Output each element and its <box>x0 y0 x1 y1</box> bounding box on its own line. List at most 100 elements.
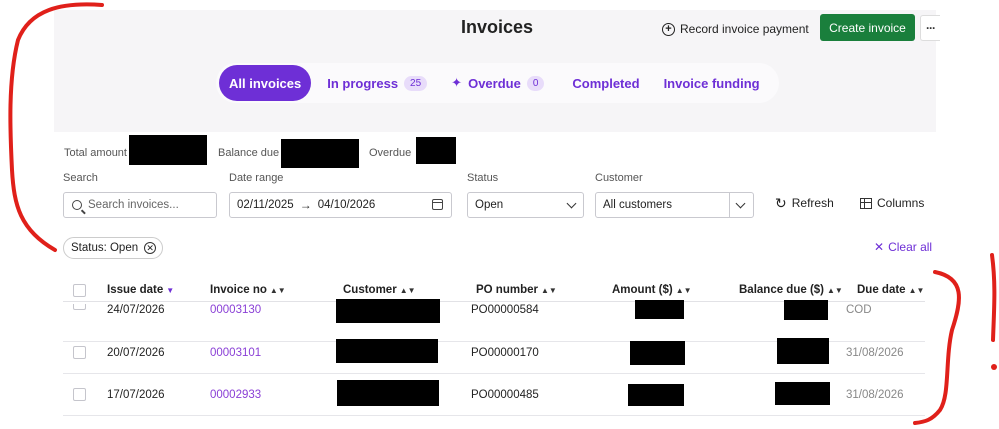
redacted-amount <box>628 384 684 406</box>
table-header: Issue date ▼ Invoice no ▲▼ Customer ▲▼ PO n… <box>63 282 925 302</box>
column-po-number[interactable]: PO number ▲▼ <box>476 284 557 296</box>
redacted-balance-due <box>281 139 359 168</box>
date-range-label: Date range <box>229 172 284 184</box>
issue-date-cell: 17/07/2026 <box>107 389 165 401</box>
redacted-overdue <box>416 137 456 164</box>
status-label: Status <box>467 172 499 184</box>
tab-label: In progress <box>327 75 399 91</box>
status-value: Open <box>475 199 504 211</box>
tab-label: Invoice funding <box>663 75 760 91</box>
column-due-date[interactable]: Due date ▲▼ <box>857 284 924 296</box>
overdue-label: Overdue <box>369 147 412 159</box>
total-amount-label: Total amount <box>64 147 127 159</box>
sparkle-icon: ✦ <box>451 75 463 90</box>
invoice-number-link[interactable]: 00003130 <box>210 304 261 316</box>
customer-value: All customers <box>603 199 673 211</box>
tab-overdue[interactable]: ✦ Overdue 0 <box>441 65 554 101</box>
chevron-down-icon[interactable] <box>735 198 746 209</box>
exclamation-dot-annotation <box>991 364 997 370</box>
refresh-label: Refresh <box>791 196 834 210</box>
search-placeholder: Search invoices... <box>88 199 179 211</box>
customer-label: Customer <box>595 172 643 184</box>
close-icon: ✕ <box>874 240 885 254</box>
columns-label: Columns <box>877 196 925 210</box>
table-columns-icon <box>860 197 872 209</box>
row-checkbox[interactable] <box>73 388 86 401</box>
redacted-balance <box>784 300 828 320</box>
redacted-customer <box>336 339 438 363</box>
tab-all-invoices[interactable]: All invoices <box>219 65 312 101</box>
record-invoice-payment-label: Record invoice payment <box>680 22 809 36</box>
chevron-down-icon <box>566 198 577 209</box>
clear-all-label: Clear all <box>888 240 933 254</box>
plus-circle-icon: + <box>662 22 675 36</box>
arrow-right-icon: → <box>299 198 312 212</box>
row-checkbox[interactable] <box>73 346 86 359</box>
date-from: 02/11/2025 <box>237 199 294 211</box>
redacted-balance <box>777 338 829 364</box>
select-divider <box>729 193 730 217</box>
redacted-balance <box>775 382 830 405</box>
tab-in-progress[interactable]: In progress 25 <box>317 65 437 101</box>
column-invoice-no[interactable]: Invoice no ▲▼ <box>210 284 286 296</box>
due-date-cell: 31/08/2026 <box>846 347 904 359</box>
status-filter-chip: Status: Open ✕ <box>63 237 164 259</box>
invoice-number-link[interactable]: 00003101 <box>210 347 261 359</box>
po-number-cell: PO00000485 <box>471 389 539 401</box>
due-date-cell: COD <box>846 304 872 316</box>
calendar-icon <box>432 199 443 210</box>
redacted-customer <box>337 380 439 406</box>
chip-label: Status: Open <box>71 242 139 254</box>
column-amount[interactable]: Amount ($) ▲▼ <box>612 284 692 296</box>
record-invoice-payment-button[interactable]: + Record invoice payment <box>662 18 809 40</box>
invoice-tabs: All invoices In progress 25 ✦ Overdue 0 … <box>216 63 779 103</box>
table-row[interactable]: 20/07/2026 00003101 PO00000170 31/08/202… <box>63 332 925 374</box>
create-invoice-button[interactable]: Create invoice <box>820 14 915 41</box>
po-number-cell: PO00000170 <box>471 347 539 359</box>
clear-all-button[interactable]: ✕ Clear all <box>874 240 932 254</box>
due-date-cell: 31/08/2026 <box>846 389 904 401</box>
more-options-button[interactable]: ··· <box>920 15 940 41</box>
sort-icon: ▲▼ <box>908 286 925 295</box>
row-checkbox[interactable] <box>73 304 86 310</box>
tab-invoice-funding[interactable]: Invoice funding <box>654 65 770 101</box>
invoices-app: Invoices + Record invoice payment Create… <box>54 10 940 429</box>
status-select[interactable]: Open <box>467 192 584 218</box>
search-label: Search <box>63 172 98 184</box>
date-range-input[interactable]: 02/11/2025 → 04/10/2026 <box>229 192 452 218</box>
issue-date-cell: 24/07/2026 <box>107 304 165 316</box>
table-row[interactable]: 17/07/2026 00002933 PO00000485 31/08/202… <box>63 374 925 416</box>
refresh-button[interactable]: ↻ Refresh <box>775 196 834 210</box>
tab-completed[interactable]: Completed <box>562 65 649 101</box>
customer-select[interactable]: All customers <box>595 192 754 218</box>
columns-button[interactable]: Columns <box>860 196 924 210</box>
tab-label: Completed <box>572 75 640 91</box>
search-icon <box>72 200 82 210</box>
search-input[interactable]: Search invoices... <box>63 192 217 218</box>
sort-icon: ▲▼ <box>827 286 843 295</box>
invoice-number-link[interactable]: 00002933 <box>210 389 261 401</box>
tab-label: All invoices <box>229 75 302 91</box>
redacted-total-amount <box>129 135 207 165</box>
sort-desc-icon: ▼ <box>166 286 175 295</box>
exclamation-line-annotation <box>990 253 997 342</box>
tab-label: Overdue <box>468 75 521 91</box>
select-all-checkbox[interactable] <box>73 284 86 297</box>
issue-date-cell: 20/07/2026 <box>107 347 165 359</box>
sort-icon: ▲▼ <box>269 286 286 295</box>
redacted-customer <box>336 299 440 323</box>
redacted-amount <box>630 341 685 365</box>
sort-icon: ▲▼ <box>675 286 692 295</box>
po-number-cell: PO00000584 <box>471 304 539 316</box>
tab-count-badge: 0 <box>526 75 545 91</box>
sort-icon: ▲▼ <box>399 286 416 295</box>
balance-due-label: Balance due <box>218 147 280 159</box>
sort-icon: ▲▼ <box>540 286 557 295</box>
date-to: 04/10/2026 <box>317 199 376 211</box>
remove-filter-icon[interactable]: ✕ <box>144 242 157 254</box>
page-title: Invoices <box>461 17 534 37</box>
column-balance-due[interactable]: Balance due ($) ▲▼ <box>739 284 843 296</box>
tab-count-badge: 25 <box>404 75 428 91</box>
column-issue-date[interactable]: Issue date ▼ <box>107 284 174 296</box>
column-customer[interactable]: Customer ▲▼ <box>343 284 416 296</box>
